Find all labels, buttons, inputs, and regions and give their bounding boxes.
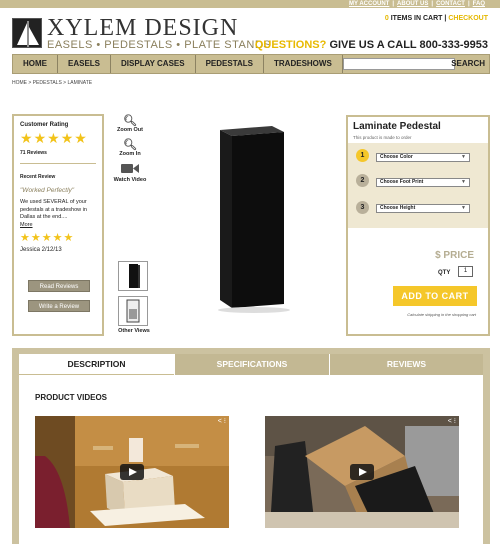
product-price: $ PRICE <box>435 250 474 261</box>
star-icon: ★ <box>47 130 60 146</box>
customer-rating-title: Customer Rating <box>20 122 69 128</box>
nav-item-tradeshows[interactable]: TRADESHOWS <box>264 55 343 73</box>
cart-summary: 0 ITEMS IN CART | CHECKOUT <box>385 15 488 22</box>
breadcrumb[interactable]: HOME > PEDESTALS > LAMINATE <box>12 80 92 86</box>
my-account-link[interactable]: MY ACCOUNT <box>346 0 392 8</box>
search-button[interactable]: SEARCH <box>451 57 485 71</box>
faq-link[interactable]: FAQ <box>470 0 488 8</box>
color-select[interactable]: Choose Color ▼ <box>376 153 470 162</box>
read-reviews-button[interactable]: Read Reviews <box>28 280 90 292</box>
step-2-circle: 2 <box>356 174 369 187</box>
play-button[interactable] <box>350 464 374 480</box>
star-icon: ★ <box>60 130 74 146</box>
product-options-panel: Laminate Pedestal This product is made t… <box>346 115 490 336</box>
write-review-button[interactable]: Write a Review <box>28 300 90 312</box>
review-stars: ★ ★ ★ ★ ★ <box>20 233 73 244</box>
star-icon: ★ <box>74 130 87 146</box>
chevron-down-icon: ▼ <box>461 205 466 211</box>
cart-label[interactable]: ITEMS IN CART <box>391 15 443 22</box>
product-tabs-frame: DESCRIPTION SPECIFICATIONS REVIEWS PRODU… <box>12 348 490 544</box>
search-input[interactable] <box>343 58 455 70</box>
chevron-down-icon: ▼ <box>461 154 466 160</box>
checkout-link[interactable]: CHECKOUT <box>448 15 488 22</box>
footprint-select[interactable]: Choose Foot Print ▼ <box>376 178 470 187</box>
tab-reviews[interactable]: REVIEWS <box>329 354 483 375</box>
star-icon: ★ <box>52 232 63 244</box>
top-links: MY ACCOUNT | ABOUT US | CONTACT | FAQ <box>346 0 488 8</box>
review-body: We used SEVERAL of your pedestals at a t… <box>20 199 87 220</box>
zoom-in-label: Zoom In <box>119 151 141 157</box>
about-us-link[interactable]: ABOUT US <box>394 0 431 8</box>
cart-count[interactable]: 0 <box>385 15 389 22</box>
questions-label: QUESTIONS? <box>254 39 327 51</box>
review-quote: "Worked Perfectly" <box>20 187 75 194</box>
separator: | <box>444 15 447 22</box>
star-icon: ★ <box>20 130 33 146</box>
brand-tagline: EASELS • PEDESTALS • PLATE STANDS <box>47 39 272 51</box>
thumbnail-alt[interactable] <box>118 296 148 326</box>
nav-item-home[interactable]: HOME <box>13 55 58 73</box>
video-camera-icon <box>112 163 148 177</box>
watch-video-label: Watch Video <box>113 177 147 183</box>
magnifier-icon: 🔍︎ <box>123 115 137 127</box>
phone-text: GIVE US A CALL 800-333-9953 <box>329 39 488 51</box>
star-icon: ★ <box>33 130 47 146</box>
zoom-in-tool[interactable]: 🔍︎ Zoom In <box>112 139 148 157</box>
shipping-note[interactable]: Calculate shipping in the shopping cart <box>407 312 476 317</box>
star-icon: ★ <box>41 232 52 244</box>
zoom-out-label: Zoom Out <box>117 127 143 133</box>
brand-logo[interactable] <box>12 18 42 48</box>
star-icon: ★ <box>63 232 74 244</box>
recent-review-label: Recent Review <box>20 174 56 180</box>
rating-stars: ★ ★ ★ ★ ★ <box>20 131 87 145</box>
height-select-label: Choose Height <box>380 205 416 211</box>
step-3-circle: 3 <box>356 201 369 214</box>
contact-link[interactable]: CONTACT <box>433 0 468 8</box>
watch-video-tool[interactable]: Watch Video <box>112 163 148 183</box>
nav-item-easels[interactable]: EASELS <box>58 55 112 73</box>
color-select-label: Choose Color <box>380 154 413 160</box>
add-to-cart-button[interactable]: ADD TO CART <box>393 286 477 306</box>
share-icon[interactable]: < ⁝ <box>218 417 226 425</box>
nav-item-pedestals[interactable]: PEDESTALS <box>196 55 265 73</box>
review-count[interactable]: 71 Reviews <box>20 150 47 156</box>
star-icon: ★ <box>20 232 30 244</box>
play-button[interactable] <box>120 464 144 480</box>
customer-reviews-panel: Customer Rating ★ ★ ★ ★ ★ 71 Reviews Rec… <box>12 114 104 336</box>
product-subtitle: This product is made to order <box>353 135 412 140</box>
product-title: Laminate Pedestal <box>353 121 441 132</box>
tab-description[interactable]: DESCRIPTION <box>19 354 174 375</box>
product-videos-title: PRODUCT VIDEOS <box>35 393 108 402</box>
star-icon: ★ <box>30 232 41 244</box>
video-player-2[interactable]: < ⁝ <box>265 416 459 528</box>
nav-item-display-cases[interactable]: DISPLAY CASES <box>111 55 196 73</box>
main-nav: HOME EASELS DISPLAY CASES PEDESTALS TRAD… <box>12 54 490 74</box>
product-image <box>210 122 290 314</box>
footprint-select-label: Choose Foot Print <box>380 179 424 185</box>
brand-name[interactable]: XYLEM DESIGN <box>47 15 238 42</box>
height-select[interactable]: Choose Height ▼ <box>376 204 470 213</box>
video-player-1[interactable]: < ⁝ <box>35 416 229 528</box>
step-1-circle: 1 <box>356 149 369 162</box>
more-link[interactable]: More <box>20 222 33 228</box>
other-views-label: Other Views <box>118 328 150 334</box>
magnifier-icon: 🔍︎ <box>123 139 137 151</box>
review-author: Jessica 2/12/13 <box>20 247 62 253</box>
product-tabs: DESCRIPTION SPECIFICATIONS REVIEWS PRODU… <box>19 354 483 544</box>
divider <box>20 163 96 164</box>
quantity-label: QTY <box>438 270 451 276</box>
quantity-input[interactable]: 1 <box>458 266 473 277</box>
tab-specifications[interactable]: SPECIFICATIONS <box>174 354 329 375</box>
phone-callout: QUESTIONS? GIVE US A CALL 800-333-9953 <box>255 39 488 51</box>
thumbnail-front[interactable] <box>118 261 148 291</box>
chevron-down-icon: ▼ <box>461 179 466 185</box>
share-icon[interactable]: < ⁝ <box>448 417 456 425</box>
zoom-out-tool[interactable]: 🔍︎ Zoom Out <box>112 115 148 133</box>
